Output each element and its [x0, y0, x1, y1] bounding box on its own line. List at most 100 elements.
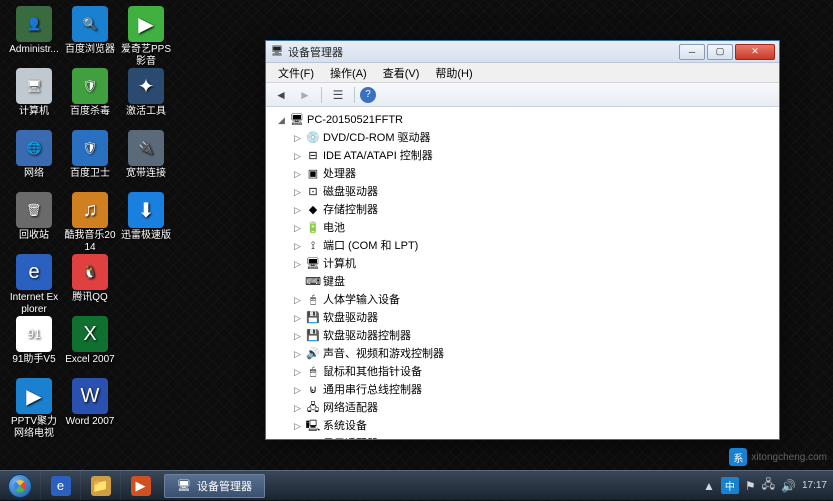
- expand-icon[interactable]: ▷: [292, 259, 303, 270]
- desktop-icon-10[interactable]: ♫酷我音乐2014: [64, 192, 116, 254]
- expand-icon[interactable]: ▷: [292, 187, 303, 198]
- menu-item-1[interactable]: 操作(A): [322, 63, 375, 83]
- desktop-icon-11[interactable]: ⬇迅雷极速版: [120, 192, 172, 242]
- tree-item-label: 计算机: [323, 256, 356, 272]
- tree-item[interactable]: ▷🖵显示适配器: [290, 435, 773, 439]
- close-button[interactable]: ✕: [735, 44, 775, 60]
- tree-item[interactable]: ▷🖰人体学输入设备: [290, 291, 773, 309]
- expand-icon[interactable]: ▷: [292, 403, 303, 414]
- volume-icon[interactable]: 🔊: [781, 479, 796, 493]
- desktop-icon-17[interactable]: WWord 2007: [64, 378, 116, 428]
- tree-item-label: 人体学输入设备: [323, 292, 400, 308]
- menu-item-2[interactable]: 查看(V): [375, 63, 428, 83]
- desktop-icon-13[interactable]: 🐧腾讯QQ: [64, 254, 116, 304]
- app-icon: 🗑: [16, 192, 52, 228]
- desktop-icon-15[interactable]: XExcel 2007: [64, 316, 116, 366]
- forward-button[interactable]: ►: [294, 85, 316, 105]
- expand-icon[interactable]: ▷: [292, 169, 303, 180]
- app-icon: 🔍: [72, 6, 108, 42]
- icon-label: 酷我音乐2014: [64, 230, 116, 254]
- expand-icon[interactable]: ▷: [292, 295, 303, 306]
- device-category-icon: 💾: [306, 311, 320, 325]
- tree-item[interactable]: ▷◆存储控制器: [290, 201, 773, 219]
- desktop-icon-9[interactable]: 🗑回收站: [8, 192, 60, 242]
- device-category-icon: 🖰: [306, 293, 320, 307]
- collapse-icon[interactable]: ◢: [276, 115, 287, 126]
- pinned-explorer[interactable]: 📁: [80, 471, 120, 500]
- expand-icon[interactable]: ▷: [292, 133, 303, 144]
- task-device-manager[interactable]: 🖥 设备管理器: [164, 474, 265, 498]
- tree-item[interactable]: ▷💾软盘驱动器: [290, 309, 773, 327]
- tree-item[interactable]: ▷⊡磁盘驱动器: [290, 183, 773, 201]
- menu-item-0[interactable]: 文件(F): [270, 63, 322, 83]
- desktop-icon-3[interactable]: 🖥计算机: [8, 68, 60, 118]
- device-category-icon: 🔋: [306, 221, 320, 235]
- show-nodes-button[interactable]: ☰: [327, 85, 349, 105]
- expand-icon[interactable]: ▷: [292, 421, 303, 432]
- desktop-icon-5[interactable]: ✦激活工具: [120, 68, 172, 118]
- tree-item[interactable]: ▷💿DVD/CD-ROM 驱动器: [290, 129, 773, 147]
- tree-item[interactable]: ▷🔊声音、视频和游戏控制器: [290, 345, 773, 363]
- tree-item-label: 软盘驱动器控制器: [323, 328, 411, 344]
- language-indicator[interactable]: 中: [721, 477, 739, 494]
- tree-item[interactable]: ▷🖳系统设备: [290, 417, 773, 435]
- tree-item-label: 键盘: [323, 274, 345, 290]
- action-center-icon[interactable]: ⚑: [745, 479, 756, 493]
- app-icon: 🖥: [16, 68, 52, 104]
- expand-icon[interactable]: ▷: [292, 223, 303, 234]
- expand-icon[interactable]: ▷: [292, 349, 303, 360]
- expand-icon[interactable]: ▷: [292, 367, 303, 378]
- tree-item[interactable]: ▷🖥计算机: [290, 255, 773, 273]
- start-button[interactable]: [0, 471, 40, 501]
- expand-icon[interactable]: ▷: [292, 313, 303, 324]
- expand-icon[interactable]: ▷: [292, 241, 303, 252]
- clock[interactable]: 17:17: [802, 480, 827, 491]
- desktop-icon-16[interactable]: ▶PPTV聚力 网络电视: [8, 378, 60, 440]
- expand-icon[interactable]: ▷: [292, 439, 303, 440]
- app-icon: 🛡: [72, 130, 108, 166]
- app-icon: ♫: [72, 192, 108, 228]
- desktop-icon-0[interactable]: 👤Administr...: [8, 6, 60, 56]
- back-button[interactable]: ◄: [270, 85, 292, 105]
- tree-item[interactable]: ▷⟟端口 (COM 和 LPT): [290, 237, 773, 255]
- app-icon: ▶: [16, 378, 52, 414]
- desktop-icon-2[interactable]: ▶爱奇艺PPS影音: [120, 6, 172, 68]
- expand-icon[interactable]: ▷: [292, 151, 303, 162]
- app-icon: 🖥: [270, 45, 284, 59]
- expand-icon[interactable]: ▷: [292, 205, 303, 216]
- icon-label: 百度杀毒: [70, 106, 110, 118]
- tree-item-label: 电池: [323, 220, 345, 236]
- tray-show-hidden-icon[interactable]: ▲: [703, 479, 715, 493]
- tree-root[interactable]: ◢ 🖥 PC-20150521FFTR: [274, 111, 773, 129]
- maximize-button[interactable]: ▢: [707, 44, 733, 60]
- desktop-icon-12[interactable]: eInternet Explorer: [8, 254, 60, 316]
- tree-item[interactable]: ▷▣处理器: [290, 165, 773, 183]
- device-category-icon: ▣: [306, 167, 320, 181]
- desktop-icon-8[interactable]: 🔌宽带连接: [120, 130, 172, 180]
- tree-item[interactable]: ⌨键盘: [290, 273, 773, 291]
- desktop-icon-1[interactable]: 🔍百度浏览器: [64, 6, 116, 56]
- desktop-icon-6[interactable]: 🌐网络: [8, 130, 60, 180]
- desktop-icon-14[interactable]: 9191助手V5: [8, 316, 60, 366]
- tree-item[interactable]: ▷🖱鼠标和其他指针设备: [290, 363, 773, 381]
- expand-icon[interactable]: ▷: [292, 331, 303, 342]
- help-button[interactable]: ?: [360, 87, 376, 103]
- tree-item[interactable]: ▷🖧网络适配器: [290, 399, 773, 417]
- desktop-icon-7[interactable]: 🛡百度卫士: [64, 130, 116, 180]
- tree-item-label: IDE ATA/ATAPI 控制器: [323, 148, 433, 164]
- tree-item[interactable]: ▷💾软盘驱动器控制器: [290, 327, 773, 345]
- expand-icon[interactable]: ▷: [292, 385, 303, 396]
- device-manager-window: 🖥 设备管理器 ─ ▢ ✕ 文件(F)操作(A)查看(V)帮助(H) ◄ ► ☰…: [265, 40, 780, 440]
- tree-item[interactable]: ▷⊟IDE ATA/ATAPI 控制器: [290, 147, 773, 165]
- network-icon[interactable]: 🖧: [762, 475, 775, 496]
- device-tree[interactable]: ◢ 🖥 PC-20150521FFTR ▷💿DVD/CD-ROM 驱动器▷⊟ID…: [266, 107, 779, 439]
- desktop-icon-4[interactable]: 🛡百度杀毒: [64, 68, 116, 118]
- tree-item[interactable]: ▷🔋电池: [290, 219, 773, 237]
- pinned-media[interactable]: ▶: [120, 471, 160, 500]
- pinned-ie[interactable]: e: [40, 471, 80, 500]
- tree-item-label: 通用串行总线控制器: [323, 382, 422, 398]
- menu-item-3[interactable]: 帮助(H): [427, 63, 480, 83]
- tree-item[interactable]: ▷⊌通用串行总线控制器: [290, 381, 773, 399]
- minimize-button[interactable]: ─: [679, 44, 705, 60]
- titlebar[interactable]: 🖥 设备管理器 ─ ▢ ✕: [266, 41, 779, 63]
